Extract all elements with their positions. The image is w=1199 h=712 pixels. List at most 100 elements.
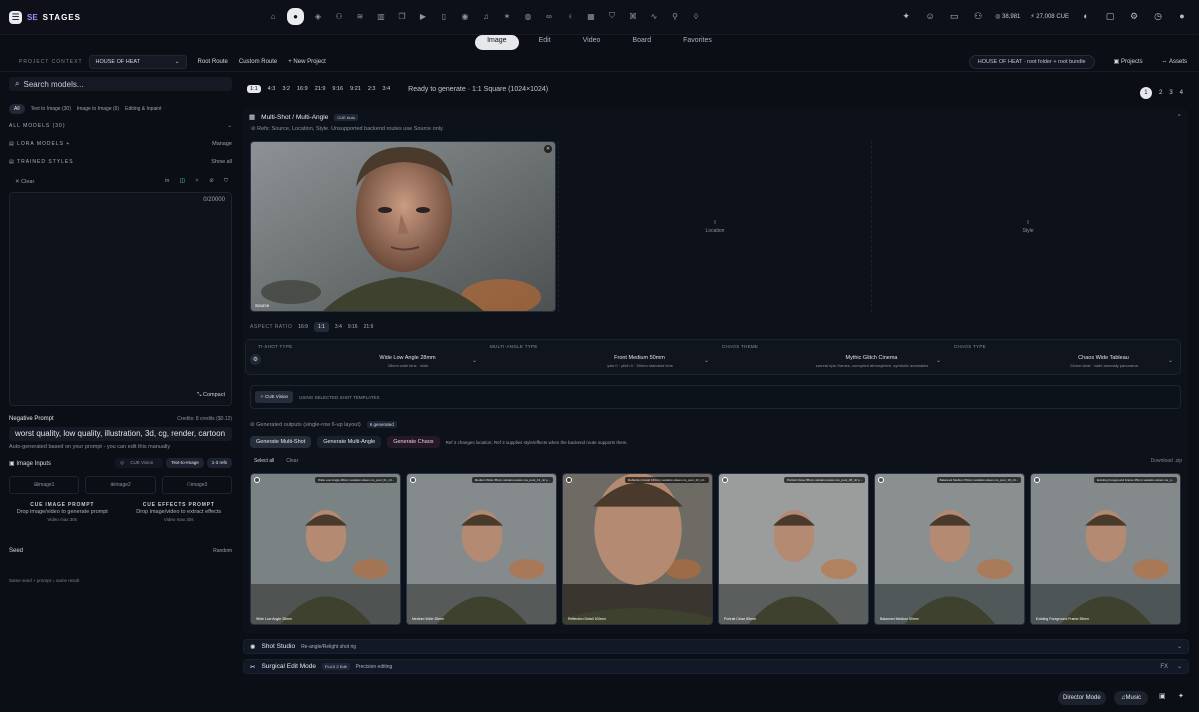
face-icon[interactable]: ☺ bbox=[923, 9, 937, 23]
page-4[interactable]: 4 bbox=[1180, 90, 1183, 96]
timer-icon[interactable]: ◷ bbox=[1151, 9, 1165, 23]
music-icon[interactable]: ♫ bbox=[479, 9, 493, 23]
all-models-row[interactable]: ALL MODELS (30) ⌄ bbox=[9, 121, 232, 130]
aspect-21-9[interactable]: 21:9 bbox=[364, 324, 374, 330]
shield-icon[interactable]: ⛉ bbox=[605, 9, 619, 23]
cue-image-dropzone[interactable]: CUE IMAGE PROMPT Drop image/video to gen… bbox=[9, 502, 116, 538]
film-icon[interactable]: ▥ bbox=[374, 9, 388, 23]
cue-icon[interactable]: ◫ bbox=[179, 178, 184, 185]
ratio-9-16[interactable]: 9:16 bbox=[332, 86, 343, 92]
eye-icon[interactable]: ◉ bbox=[458, 9, 472, 23]
filter-2[interactable]: Image to Image (6) bbox=[77, 106, 119, 112]
select-checkbox[interactable] bbox=[254, 477, 260, 483]
projects-button[interactable]: ▣ Projects bbox=[1114, 58, 1143, 65]
ratio-16-9[interactable]: 16:9 bbox=[297, 86, 308, 92]
avatar[interactable]: ● bbox=[1175, 9, 1189, 23]
filter-1[interactable]: Text to Image (30) bbox=[31, 106, 71, 112]
files-icon[interactable]: ▢ bbox=[1103, 9, 1117, 23]
new-project-button[interactable]: + New Project bbox=[288, 59, 326, 65]
image-slot-2[interactable]: ⊕ image2 bbox=[85, 476, 156, 494]
tab-board[interactable]: Board bbox=[620, 35, 663, 50]
globe-icon[interactable]: ● bbox=[287, 8, 304, 25]
source-image[interactable]: Source ✕ bbox=[250, 141, 556, 312]
activity-icon[interactable]: ∿ bbox=[647, 9, 661, 23]
phone-icon[interactable]: ▯ bbox=[437, 9, 451, 23]
project-path-pill[interactable]: HOUSE OF HEAT · root folder + root bundl… bbox=[968, 54, 1095, 69]
ball-icon[interactable]: ◍ bbox=[521, 9, 535, 23]
lora-row[interactable]: ▤ LORA MODELS + Manage bbox=[9, 139, 232, 148]
select-all-button[interactable]: Select all bbox=[254, 458, 274, 464]
tab-video[interactable]: Video bbox=[571, 35, 613, 50]
cue-vision-button[interactable]: ✧ CUE Vision bbox=[255, 391, 293, 403]
compact-button[interactable]: ⤡ Compact bbox=[197, 392, 225, 399]
ratio-4-3[interactable]: 4:3 bbox=[268, 86, 276, 92]
generate-multi-shot-button[interactable]: Generate Multi-Shot bbox=[250, 436, 312, 448]
pin-icon[interactable]: ⚲ bbox=[668, 9, 682, 23]
generated-thumbnail[interactable]: Balanced Medium 50mm variation-token-ms_… bbox=[874, 473, 1025, 625]
cue-effects-dropzone[interactable]: CUE EFFECTS PROMPT Drop image/video to e… bbox=[126, 502, 233, 538]
shot-select-2[interactable]: CHAOS THEME Mythic Glitch Cinema surreal e… bbox=[722, 344, 947, 372]
shot-studio-bar[interactable]: ✺ Shot Studio Re-angle/Relight shot rig … bbox=[243, 639, 1189, 654]
wand-icon[interactable]: ⌘ bbox=[626, 9, 640, 23]
filter-0[interactable]: All bbox=[9, 104, 25, 114]
chevron-up-icon[interactable]: ⌃ bbox=[1177, 113, 1182, 121]
ratio-3-2[interactable]: 3:2 bbox=[282, 86, 290, 92]
surgical-edit-bar[interactable]: ✂ Surgical Edit Mode FLUX 2 Edit Precisi… bbox=[243, 659, 1189, 674]
select-checkbox[interactable] bbox=[722, 477, 728, 483]
aspect-3-4[interactable]: 3:4 bbox=[335, 324, 342, 330]
select-checkbox[interactable] bbox=[878, 477, 884, 483]
ratio-2-3[interactable]: 2:3 bbox=[368, 86, 376, 92]
grid-icon[interactable]: ▦ bbox=[584, 9, 598, 23]
clear-button[interactable]: ✕ Clear bbox=[15, 179, 34, 185]
generated-thumbnail[interactable]: Portrait Close 85mm variation-token-ms_p… bbox=[718, 473, 869, 625]
generate-chaos-button[interactable]: Generate Chaos bbox=[387, 436, 440, 448]
location-drop[interactable]: ⇧ Location bbox=[558, 141, 871, 312]
panel-header[interactable]: ▦ Multi-Shot / Multi-Angle CUE Auto ⌃ bbox=[243, 109, 1188, 125]
shot-select-1[interactable]: MULTI-ANGLE TYPE Front Medium 50mm yaw 0 ·… bbox=[490, 344, 715, 372]
bulb-icon[interactable]: ♀ bbox=[563, 9, 577, 23]
slash-icon[interactable]: ⊘ bbox=[209, 178, 214, 185]
aspect-1-1[interactable]: 1:1 bbox=[313, 322, 329, 332]
tab-edit[interactable]: Edit bbox=[527, 35, 563, 50]
select-checkbox[interactable] bbox=[1034, 477, 1040, 483]
model-search[interactable]: ⌕ Search models... bbox=[9, 77, 232, 91]
page-3[interactable]: 3 bbox=[1169, 90, 1172, 96]
custom-route-button[interactable]: Custom Route bbox=[239, 59, 277, 65]
home-icon[interactable]: ⌂ bbox=[266, 9, 280, 23]
aspect-16-9[interactable]: 16:9 bbox=[298, 324, 308, 330]
spark-icon[interactable]: ✶ bbox=[500, 9, 514, 23]
wand-icon[interactable]: ✦ bbox=[899, 9, 913, 23]
linkedin-icon[interactable]: in bbox=[165, 178, 169, 185]
video-icon[interactable]: ▶ bbox=[416, 9, 430, 23]
director-mode-button[interactable]: Director Mode bbox=[1058, 691, 1106, 705]
music-button[interactable]: ♫ Music bbox=[1114, 691, 1149, 705]
show-all-link[interactable]: Show all bbox=[211, 159, 232, 165]
shield-icon[interactable]: ⛉ bbox=[224, 178, 228, 185]
tab-image[interactable]: Image bbox=[475, 35, 519, 50]
shot-select-0[interactable]: TI-SHOT TYPE Wide Low Angle 28mm 28mm wide… bbox=[258, 344, 483, 372]
ratio-21-9[interactable]: 21:9 bbox=[315, 86, 326, 92]
chat-icon[interactable]: ▣ bbox=[1159, 692, 1171, 704]
aspect-9-16[interactable]: 9:16 bbox=[348, 324, 358, 330]
cue-vision-toggle[interactable]: ◎ CUE Vision bbox=[115, 458, 164, 468]
generated-thumbnail[interactable]: Existing Foreground Frame 35mm variation… bbox=[1030, 473, 1181, 625]
seed-mode[interactable]: Random bbox=[213, 548, 232, 554]
filter-3[interactable]: Editing & Inpaint bbox=[125, 106, 161, 112]
generated-thumbnail[interactable]: Medium Wide 35mm variation-token-ms_pool… bbox=[406, 473, 557, 625]
generated-thumbnail[interactable]: Reflection Detail 100mm variation-token-… bbox=[562, 473, 713, 625]
theme-icon[interactable]: ◐ bbox=[1079, 9, 1093, 23]
generate-multi-angle-button[interactable]: Generate Multi-Angle bbox=[317, 436, 382, 448]
negative-prompt-field[interactable]: worst quality, low quality, illustration… bbox=[9, 427, 232, 441]
close-icon[interactable]: ✕ bbox=[544, 145, 552, 153]
ratio-1-1[interactable]: 1:1 bbox=[247, 85, 261, 93]
team-icon[interactable]: ⚇ bbox=[971, 9, 985, 23]
image-slot-1[interactable]: ⊞ image1 bbox=[9, 476, 80, 494]
menu-icon[interactable]: ☰ bbox=[9, 10, 22, 24]
text-to-image-toggle[interactable]: Text-to-Image bbox=[166, 458, 204, 468]
page-2[interactable]: 2 bbox=[1159, 90, 1162, 96]
ratio-9-21[interactable]: 9:21 bbox=[350, 86, 361, 92]
ratio-3-4[interactable]: 3:4 bbox=[383, 86, 391, 92]
sparkle-icon[interactable]: ✦ bbox=[1178, 692, 1190, 704]
select-checkbox[interactable] bbox=[410, 477, 416, 483]
project-select[interactable]: HOUSE OF HEAT ⌄ bbox=[88, 54, 187, 69]
